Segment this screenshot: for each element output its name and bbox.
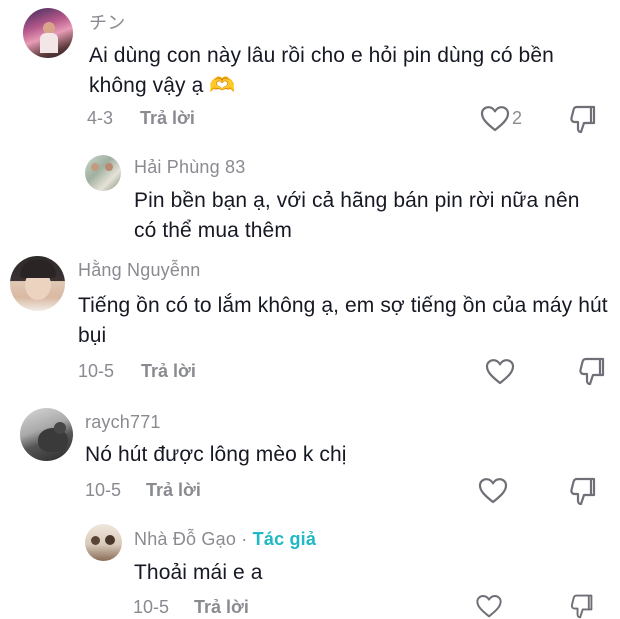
comment-text: Pin bền bạn ạ, với cả hãng bán pin rời n… (134, 189, 580, 242)
author-badge: Tác giả (252, 529, 317, 549)
comment-text: Thoải mái e a (134, 561, 263, 584)
reply-button[interactable]: Trả lời (141, 361, 196, 382)
comment-date: 10-5 (133, 597, 170, 617)
comment-username: Nhà Đỗ Gạo · Tác giả (134, 529, 316, 550)
comment-text: Nó hút được lông mèo k chị (85, 443, 347, 466)
comment-date: 10-5 (85, 480, 122, 500)
heart-outline-icon[interactable] (478, 477, 508, 505)
comment-date: 4-3 (87, 108, 114, 128)
comment-username[interactable]: raych771 (85, 412, 161, 433)
avatar[interactable] (85, 155, 121, 191)
like-count: 2 (512, 108, 523, 128)
avatar[interactable] (10, 256, 65, 311)
thumbs-down-icon[interactable] (577, 356, 605, 386)
thumbs-down-icon[interactable] (568, 104, 596, 134)
reply-button[interactable]: Trả lời (146, 480, 201, 501)
reply-button[interactable]: Trả lời (140, 108, 195, 129)
avatar[interactable] (23, 8, 73, 58)
reply-button[interactable]: Trả lời (194, 597, 249, 618)
comment-username[interactable]: Hải Phùng 83 (134, 157, 245, 178)
avatar[interactable] (85, 524, 122, 561)
comment-username[interactable]: チン (89, 9, 125, 35)
comment-date: 10-5 (78, 361, 115, 381)
separator-dot: · (241, 529, 248, 549)
author-name[interactable]: Nhà Đỗ Gạo (134, 529, 236, 549)
heart-outline-icon[interactable] (485, 358, 515, 386)
comment-text: Tiếng ồn có to lắm không ạ, em sợ tiếng … (78, 294, 608, 347)
heart-outline-icon[interactable] (474, 594, 504, 619)
thumbs-down-icon[interactable] (568, 476, 596, 506)
comment-text: Ai dùng con này lâu rồi cho e hỏi pin dù… (89, 44, 554, 97)
thumbs-down-icon[interactable] (567, 593, 595, 619)
comment-username[interactable]: Hằng Nguyễnn (78, 260, 201, 281)
heart-outline-icon[interactable] (480, 105, 510, 133)
avatar[interactable] (20, 408, 73, 461)
